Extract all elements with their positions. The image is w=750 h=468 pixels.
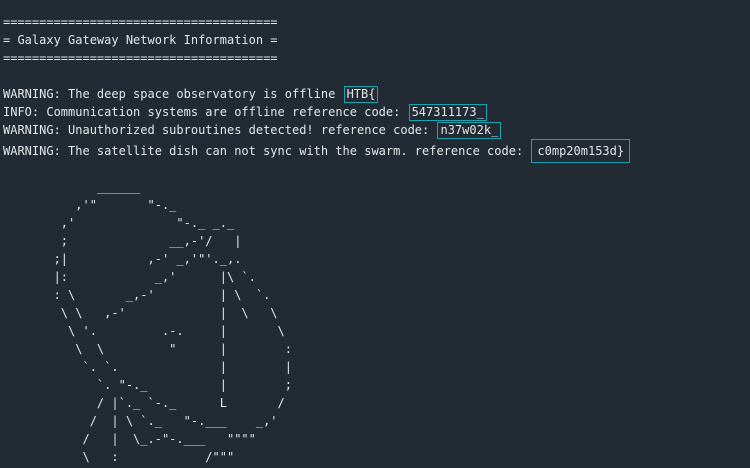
separator-bottom: ====================================== xyxy=(3,51,278,65)
separator-top: ====================================== xyxy=(3,15,278,29)
message-line-subroutines: WARNING: Unauthorized subroutines detect… xyxy=(3,121,502,139)
terminal-window[interactable]: ====================================== =… xyxy=(0,0,750,468)
message-line-observatory: WARNING: The deep space observatory is o… xyxy=(3,85,379,103)
message-text: WARNING: The satellite dish can not sync… xyxy=(3,144,531,158)
message-line-satellite: WARNING: The satellite dish can not sync… xyxy=(3,139,631,163)
message-line-communication: INFO: Communication systems are offline … xyxy=(3,103,487,121)
message-text: WARNING: Unauthorized subroutines detect… xyxy=(3,123,437,137)
satellite-dish-ascii-art: ______ ,'" "-._ ,' "-._ _._ ; __,-'/ | ;… xyxy=(53,180,292,464)
message-text: INFO: Communication systems are offline … xyxy=(3,105,408,119)
highlighted-code: 547311173_ xyxy=(408,104,487,121)
message-text: WARNING: The deep space observatory is o… xyxy=(3,87,343,101)
highlighted-code: c0mp20m153d} xyxy=(531,139,631,163)
banner-title: = Galaxy Gateway Network Information = xyxy=(3,33,278,47)
highlighted-code: HTB{ xyxy=(343,86,379,103)
highlighted-code: n37w02k_ xyxy=(437,122,502,139)
